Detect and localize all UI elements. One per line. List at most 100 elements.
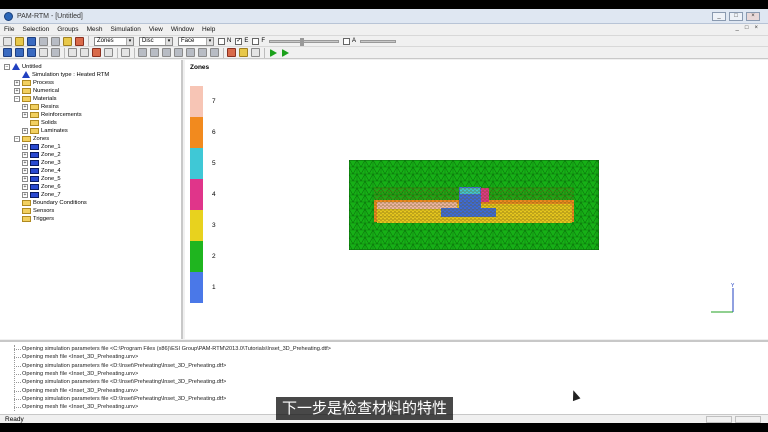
inner-mesh bbox=[374, 187, 574, 223]
chart-icon[interactable] bbox=[251, 48, 260, 57]
checkbox-box[interactable] bbox=[252, 37, 260, 45]
view-icon[interactable] bbox=[51, 48, 60, 57]
expand-icon[interactable]: + bbox=[22, 111, 28, 118]
menu-file[interactable]: File bbox=[0, 26, 18, 33]
menu-mesh[interactable]: Mesh bbox=[83, 26, 107, 33]
checkbox-box[interactable] bbox=[218, 37, 225, 45]
expand-icon[interactable]: + bbox=[22, 159, 28, 166]
minimize-button[interactable]: _ bbox=[712, 12, 726, 21]
checkbox-box-checked[interactable]: ✓ bbox=[235, 37, 243, 45]
e-checkbox[interactable]: ✓ E bbox=[235, 37, 248, 45]
fit-icon[interactable] bbox=[104, 48, 113, 57]
log-branch bbox=[14, 349, 21, 350]
transparency-slider[interactable] bbox=[269, 37, 340, 46]
tree-item-laminates[interactable]: + Laminates bbox=[22, 127, 68, 134]
menu-view[interactable]: View bbox=[145, 26, 167, 33]
tree-item-sensors[interactable]: Sensors bbox=[22, 207, 54, 214]
grid-icon[interactable] bbox=[51, 36, 60, 46]
tree-item-resins[interactable]: + Resins bbox=[22, 103, 59, 110]
tree-item-triggers[interactable]: Triggers bbox=[22, 215, 54, 222]
wrench-icon[interactable] bbox=[75, 36, 84, 46]
alpha-slider[interactable] bbox=[360, 39, 397, 43]
menu-window[interactable]: Window bbox=[167, 26, 198, 33]
mdi-minimize-button[interactable]: _ bbox=[736, 25, 739, 31]
expand-icon[interactable]: + bbox=[22, 103, 28, 110]
tree-item-zone-7[interactable]: + Zone_7 bbox=[22, 191, 61, 198]
run-icon[interactable] bbox=[270, 48, 277, 57]
edit-icon[interactable] bbox=[39, 48, 48, 57]
expand-icon[interactable]: + bbox=[22, 191, 28, 198]
shading-combo[interactable]: Disc ▾ bbox=[139, 36, 173, 46]
settings-icon[interactable] bbox=[63, 36, 72, 46]
tree-item-zone-6[interactable]: + Zone_6 bbox=[22, 183, 61, 190]
mesh-icon[interactable] bbox=[39, 36, 48, 46]
mdi-restore-button[interactable]: □ bbox=[745, 25, 749, 31]
expand-icon[interactable]: + bbox=[14, 79, 20, 86]
tree-item-zone-4[interactable]: + Zone_4 bbox=[22, 167, 61, 174]
expand-icon[interactable]: + bbox=[14, 87, 20, 94]
entity-combo[interactable]: Face ▾ bbox=[178, 36, 214, 46]
expand-icon[interactable]: + bbox=[22, 127, 28, 134]
mesh-view[interactable] bbox=[349, 160, 599, 250]
legend-label-6: 6 bbox=[212, 129, 216, 136]
open-folder-icon[interactable] bbox=[15, 36, 24, 46]
tree-item-zone-1[interactable]: + Zone_1 bbox=[22, 143, 61, 150]
collapse-icon[interactable]: − bbox=[14, 95, 20, 102]
tree-root[interactable]: − Untitled bbox=[4, 63, 42, 70]
tree-item-boundary[interactable]: Boundary Conditions bbox=[22, 199, 87, 206]
a-checkbox[interactable]: A bbox=[343, 37, 356, 45]
f-checkbox[interactable]: F bbox=[252, 37, 265, 45]
maximize-button[interactable]: □ bbox=[729, 12, 743, 21]
expand-icon[interactable]: + bbox=[22, 175, 28, 182]
zoom-icon[interactable] bbox=[80, 48, 89, 57]
collapse-icon[interactable]: − bbox=[4, 63, 10, 70]
tree-item-label: Solids bbox=[41, 119, 57, 126]
tree-item-solids[interactable]: Solids bbox=[30, 119, 57, 126]
tree-item-zone-3[interactable]: + Zone_3 bbox=[22, 159, 61, 166]
tree-item-materials[interactable]: − Materials bbox=[14, 95, 57, 102]
expand-icon[interactable]: + bbox=[22, 151, 28, 158]
view-bottom-icon[interactable] bbox=[198, 48, 207, 57]
n-checkbox[interactable]: N bbox=[218, 37, 231, 45]
checkbox-box[interactable] bbox=[343, 37, 351, 45]
log-entry: Opening mesh file <Inset_3D_Preheating.u… bbox=[22, 387, 139, 394]
remove-icon[interactable] bbox=[15, 48, 24, 57]
tree-item-numerical[interactable]: + Numerical bbox=[14, 87, 59, 94]
tree-item-zone-2[interactable]: + Zone_2 bbox=[22, 151, 61, 158]
display-mode-combo[interactable]: Zones ▾ bbox=[94, 36, 134, 46]
view-right-icon[interactable] bbox=[174, 48, 183, 57]
view-left-icon[interactable] bbox=[162, 48, 171, 57]
collapse-icon[interactable]: − bbox=[14, 135, 20, 142]
material-icon[interactable] bbox=[227, 48, 236, 57]
new-file-icon[interactable] bbox=[3, 36, 12, 46]
select-icon[interactable] bbox=[27, 48, 36, 57]
expand-icon[interactable]: + bbox=[22, 143, 28, 150]
sensor-icon[interactable] bbox=[239, 48, 248, 57]
view-top-icon[interactable] bbox=[186, 48, 195, 57]
menu-groups[interactable]: Groups bbox=[53, 26, 82, 33]
tree-item-zones[interactable]: − Zones bbox=[14, 135, 49, 142]
pan-icon[interactable] bbox=[121, 48, 130, 57]
expand-icon[interactable]: + bbox=[22, 167, 28, 174]
close-button[interactable]: × bbox=[746, 12, 760, 21]
expand-icon[interactable]: + bbox=[22, 183, 28, 190]
view-iso-icon[interactable] bbox=[210, 48, 219, 57]
menu-help[interactable]: Help bbox=[198, 26, 219, 33]
tree-item-sim-type[interactable]: Simulation type : Heated RTM bbox=[22, 71, 109, 78]
view-front-icon[interactable] bbox=[138, 48, 147, 57]
slider-thumb[interactable] bbox=[300, 37, 305, 46]
rotate-icon[interactable] bbox=[92, 48, 101, 57]
3d-viewport[interactable]: Zones 7 6 5 4 3 2 1 Y bbox=[185, 60, 768, 339]
menu-simulation[interactable]: Simulation bbox=[106, 26, 144, 33]
tree-item-process[interactable]: + Process bbox=[14, 79, 54, 86]
tree-item-zone-5[interactable]: + Zone_5 bbox=[22, 175, 61, 182]
save-icon[interactable] bbox=[27, 36, 36, 46]
tree-item-reinforcements[interactable]: + Reinforcements bbox=[22, 111, 82, 118]
zoom-box-icon[interactable] bbox=[68, 48, 77, 57]
tree-item-label: Triggers bbox=[33, 215, 55, 222]
mdi-close-button[interactable]: × bbox=[754, 25, 758, 31]
view-back-icon[interactable] bbox=[150, 48, 159, 57]
run-step-icon[interactable] bbox=[282, 48, 289, 57]
add-icon[interactable] bbox=[3, 48, 12, 57]
menu-selection[interactable]: Selection bbox=[18, 26, 53, 33]
